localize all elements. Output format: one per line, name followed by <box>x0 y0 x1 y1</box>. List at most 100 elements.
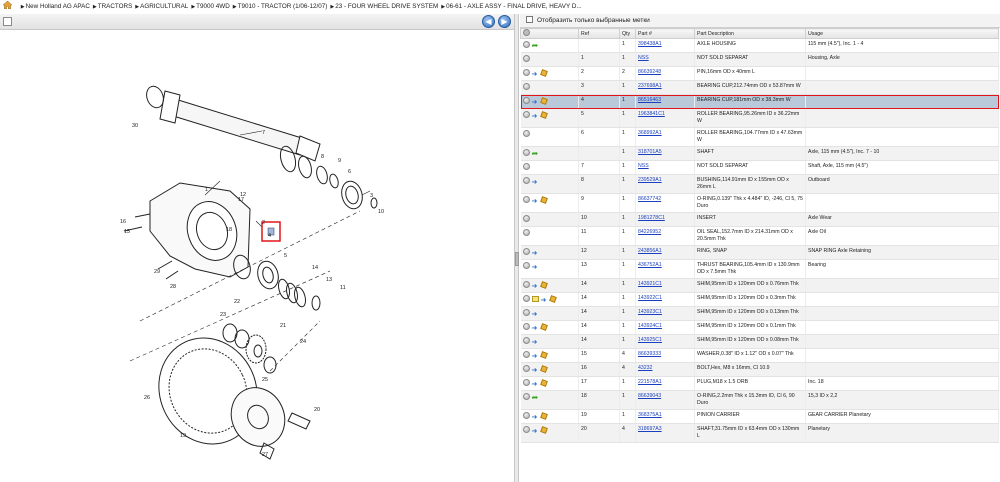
part-number-link[interactable]: 143924C1 <box>638 323 662 329</box>
box-icon[interactable] <box>539 97 548 105</box>
part-number-link[interactable]: 237698A1 <box>638 83 662 89</box>
callout-label[interactable]: 4 <box>268 233 271 239</box>
box-icon[interactable] <box>539 351 548 359</box>
table-row[interactable]: ➦ 18 1 86639043 O-RING,2.2mm Thk x 15.3mm ID… <box>520 390 999 410</box>
blue-info-icon[interactable]: ➜ <box>532 381 539 388</box>
select-circle-icon[interactable] <box>522 379 530 386</box>
part-number-link[interactable]: 143923C1 <box>638 309 662 315</box>
box-icon[interactable] <box>539 196 548 204</box>
callout-label[interactable]: 7 <box>262 130 265 136</box>
callout-label[interactable]: 17 <box>238 197 244 203</box>
box-icon[interactable] <box>539 365 548 373</box>
box-icon[interactable] <box>539 426 548 434</box>
blue-info-icon[interactable]: ➜ <box>532 264 539 271</box>
select-circle-icon[interactable] <box>522 262 530 269</box>
blue-info-icon[interactable]: ➜ <box>532 353 539 360</box>
breadcrumb-item[interactable]: 23 - FOUR WHEEL DRIVE SYSTEM <box>335 3 438 10</box>
breadcrumb-item[interactable]: TRACTORS <box>98 3 133 10</box>
callout-label[interactable]: 24 <box>300 339 306 345</box>
blue-info-icon[interactable]: ➜ <box>532 71 539 78</box>
part-number-link[interactable]: 86637742 <box>638 196 661 202</box>
table-row[interactable]: ➜ 14 1 143924C1 SHIM,95mm ID x 120mm OD x 0.… <box>520 320 999 335</box>
callout-label[interactable]: 27 <box>262 452 268 458</box>
select-circle-icon[interactable] <box>522 393 530 400</box>
part-number-link[interactable]: NSS <box>638 55 649 61</box>
blue-info-icon[interactable]: ➜ <box>541 297 548 304</box>
table-row[interactable]: 10 1 1981278C1 INSERT Axle Wear <box>520 212 999 227</box>
callout-label[interactable]: 18 <box>226 227 232 233</box>
blue-info-icon[interactable]: ➜ <box>532 428 539 435</box>
column-part-description[interactable]: Part Description <box>694 28 806 39</box>
column-icons[interactable] <box>520 28 579 39</box>
blue-info-icon[interactable]: ➜ <box>532 179 539 186</box>
box-icon[interactable] <box>539 111 548 119</box>
select-circle-icon[interactable] <box>522 69 530 76</box>
table-row[interactable]: ➜ 14 1 143922C1 SHIM,95mm ID x 120mm OD x 0.… <box>520 292 999 307</box>
select-circle-icon[interactable] <box>522 426 530 433</box>
table-row[interactable]: ➜ 16 4 43232 BOLT,Hex, M8 x 16mm, Cl 10.9 <box>520 362 999 377</box>
table-row[interactable]: 7 1 NSS NOT SOLD SEPARAT Shaft, Axle, 115 mm… <box>520 160 999 175</box>
callout-label[interactable]: 26 <box>144 395 150 401</box>
pane-splitter[interactable] <box>514 14 519 482</box>
callout-label[interactable]: 20 <box>314 407 320 413</box>
breadcrumb-item[interactable]: T9000 4WD <box>196 3 230 10</box>
blue-info-icon[interactable]: ➜ <box>532 339 539 346</box>
select-circle-icon[interactable] <box>522 351 530 358</box>
callout-label[interactable]: 13 <box>326 277 332 283</box>
part-number-link[interactable]: 318701A5 <box>638 149 662 155</box>
table-row[interactable]: 11 1 84226952 OIL SEAL,152.7mm ID x 214.31m… <box>520 226 999 246</box>
table-row[interactable]: ➜ 12 1 243856A1 RING, SNAP SNAP RING Axle Ret… <box>520 245 999 260</box>
table-row[interactable]: ➜ 13 1 436752A1 THRUST BEARING,105.4mm ID x … <box>520 259 999 279</box>
table-row[interactable]: ➜ 9 1 86637742 O-RING,0.139" Thk x 4.484" ID… <box>520 193 999 213</box>
table-row[interactable]: 1 1 NSS NOT SOLD SEPARAT Housing, Axle <box>520 52 999 67</box>
blue-info-icon[interactable]: ➜ <box>532 311 539 318</box>
select-circle-icon[interactable] <box>522 130 530 137</box>
callout-label[interactable]: 23 <box>220 312 226 318</box>
callout-label[interactable]: 1 <box>205 187 208 193</box>
select-circle-icon[interactable] <box>522 55 530 62</box>
table-row[interactable]: ➜ 2 2 86639248 PIN,16mm OD x 40mm L <box>520 66 999 81</box>
select-circle-icon[interactable] <box>522 365 530 372</box>
callout-label[interactable]: 9 <box>338 158 341 164</box>
breadcrumb-item[interactable]: AGRICULTURAL <box>140 3 188 10</box>
show-selected-only-checkbox[interactable] <box>526 16 533 23</box>
part-number-link[interactable]: 368375A1 <box>638 412 662 418</box>
select-circle-icon[interactable] <box>522 196 530 203</box>
part-number-link[interactable]: 1963841C1 <box>638 111 665 117</box>
callout-label[interactable]: 8 <box>321 154 324 160</box>
callout-label[interactable]: 25 <box>262 377 268 383</box>
table-row[interactable]: ➜ 19 1 368375A1 PINION CARRIER GEAR CARRIER P… <box>520 409 999 424</box>
blue-info-icon[interactable]: ➜ <box>532 113 539 120</box>
part-number-link[interactable]: 221578A1 <box>638 379 662 385</box>
blue-info-icon[interactable]: ➜ <box>532 414 539 421</box>
table-row[interactable]: ➜ 14 1 143923C1 SHIM,95mm ID x 120mm OD x 0.… <box>520 306 999 321</box>
select-circle-icon[interactable] <box>522 83 530 90</box>
blue-info-icon[interactable]: ➜ <box>532 250 539 257</box>
table-row[interactable]: ➜ 15 4 86639333 WASHER,0.38" ID x 1.12" OD x… <box>520 348 999 363</box>
column-ref[interactable]: Ref <box>578 28 620 39</box>
part-number-link[interactable]: 43232 <box>638 365 652 371</box>
column-qty[interactable]: Qty <box>619 28 636 39</box>
select-circle-icon[interactable] <box>522 215 530 222</box>
part-number-link[interactable]: 143921C1 <box>638 281 662 287</box>
callout-label[interactable]: 5 <box>284 253 287 259</box>
column-usage[interactable]: Usage <box>805 28 999 39</box>
box-icon[interactable] <box>539 379 548 387</box>
select-circle-icon[interactable] <box>522 177 530 184</box>
select-circle-icon[interactable] <box>522 309 530 316</box>
part-number-link[interactable]: 86639248 <box>638 69 661 75</box>
callout-label[interactable]: 3 <box>370 193 373 199</box>
callout-label[interactable]: 29 <box>154 269 160 275</box>
table-row[interactable]: ➜ 17 1 221578A1 PLUG,M18 x 1.5 ORB Inc. 18 <box>520 376 999 391</box>
blue-info-icon[interactable]: ➜ <box>532 325 539 332</box>
callout-label[interactable]: 19 <box>180 433 186 439</box>
part-number-link[interactable]: 318697A3 <box>638 426 662 432</box>
table-row[interactable]: ➜ 14 1 143925C1 SHIM,95mm ID x 120mm OD x 0.… <box>520 334 999 349</box>
part-number-link[interactable]: 436752A1 <box>638 262 662 268</box>
select-circle-icon[interactable] <box>522 41 530 48</box>
select-circle-icon[interactable] <box>522 337 530 344</box>
breadcrumb-item[interactable]: 06-61 - AXLE ASSY - FINAL DRIVE, HEAVY D… <box>446 3 582 10</box>
select-circle-icon[interactable] <box>522 412 530 419</box>
table-row-selected[interactable]: ➜ 4 1 86516463 BEARING CUP,181mm OD x 38.3mm… <box>520 94 999 109</box>
part-number-link[interactable]: 368992A1 <box>638 130 662 136</box>
